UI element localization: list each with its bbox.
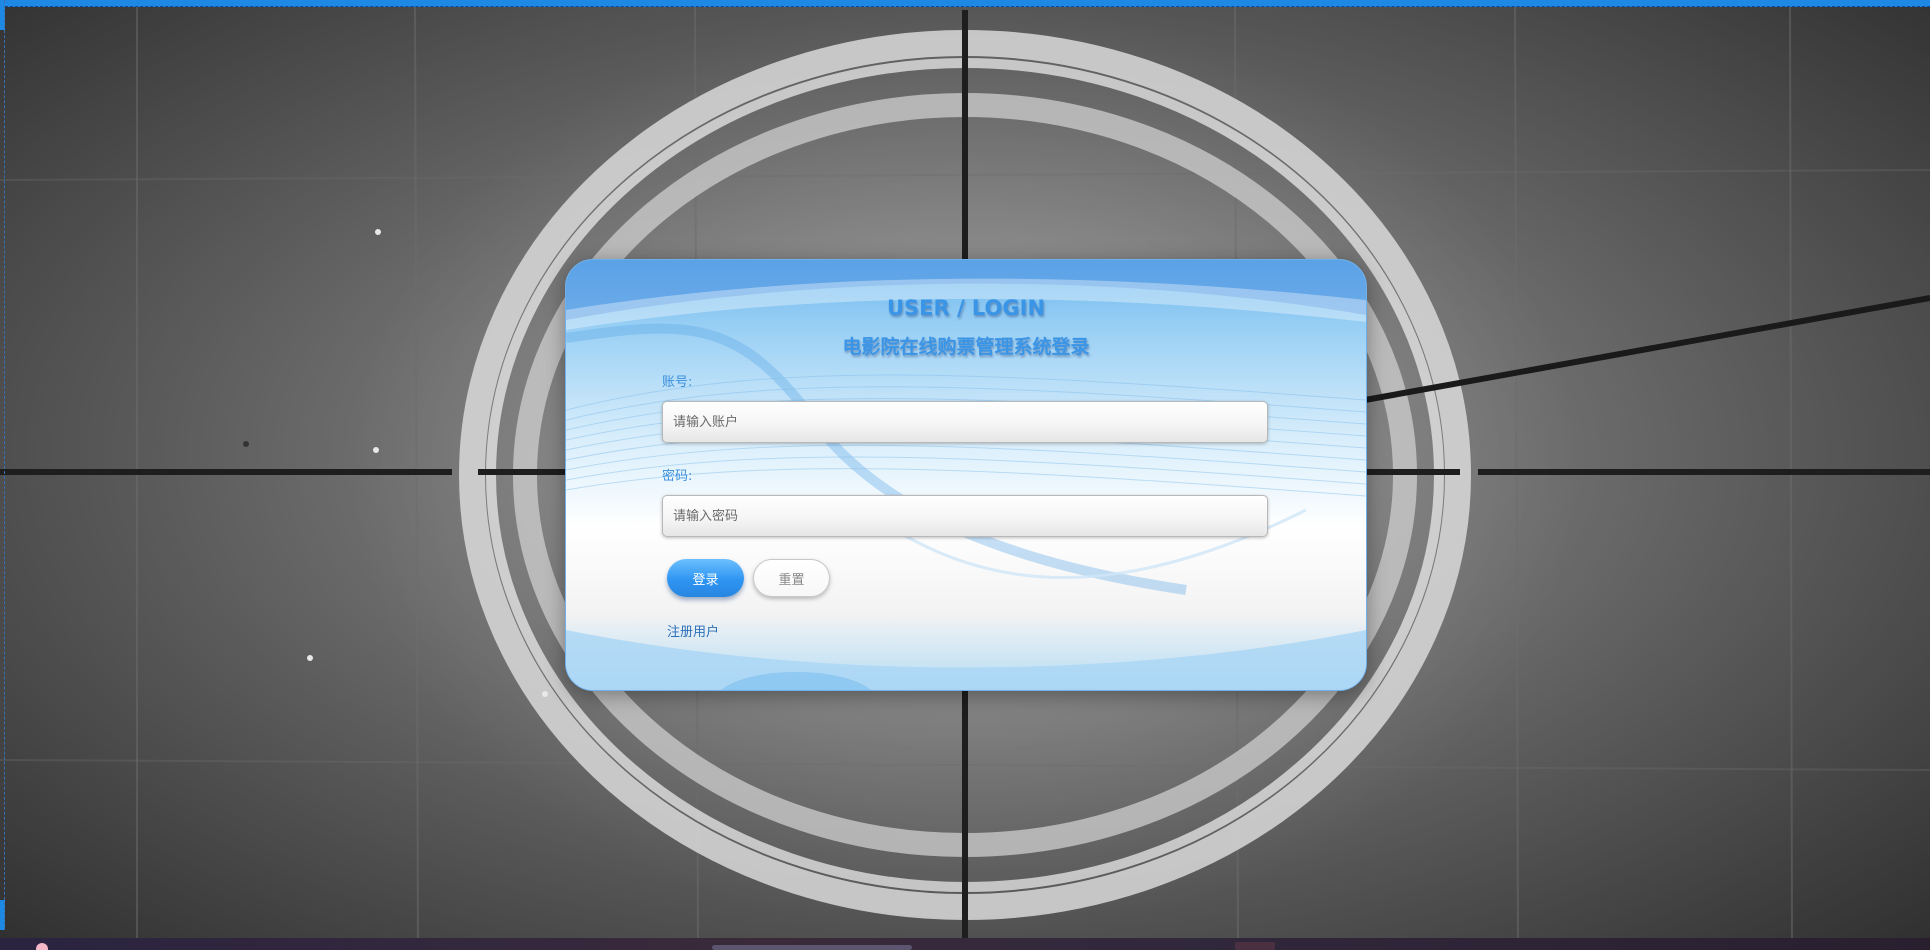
register-link[interactable]: 注册用户 <box>667 621 719 640</box>
scroll-handle[interactable] <box>712 945 912 950</box>
top-selection-border <box>0 0 1930 7</box>
left-selection-border <box>0 0 5 930</box>
page-background: USER / LOGIN 电影院在线购票管理系统登录 账号: 密码: 登录 重置… <box>0 0 1930 950</box>
account-label: 账号: <box>662 375 693 390</box>
account-input[interactable] <box>662 401 1268 443</box>
login-title: USER / LOGIN <box>886 296 1046 320</box>
password-label: 密码: <box>662 469 693 484</box>
reset-button[interactable]: 重置 <box>753 559 830 597</box>
app-icon[interactable] <box>36 943 48 950</box>
login-button[interactable]: 登录 <box>667 559 744 597</box>
login-subtitle: 电影院在线购票管理系统登录 <box>842 336 1090 358</box>
taskbar <box>0 938 1930 950</box>
login-card: USER / LOGIN 电影院在线购票管理系统登录 账号: 密码: 登录 重置… <box>565 259 1367 691</box>
password-input[interactable] <box>662 495 1268 537</box>
taskbar-item[interactable] <box>1235 942 1275 950</box>
